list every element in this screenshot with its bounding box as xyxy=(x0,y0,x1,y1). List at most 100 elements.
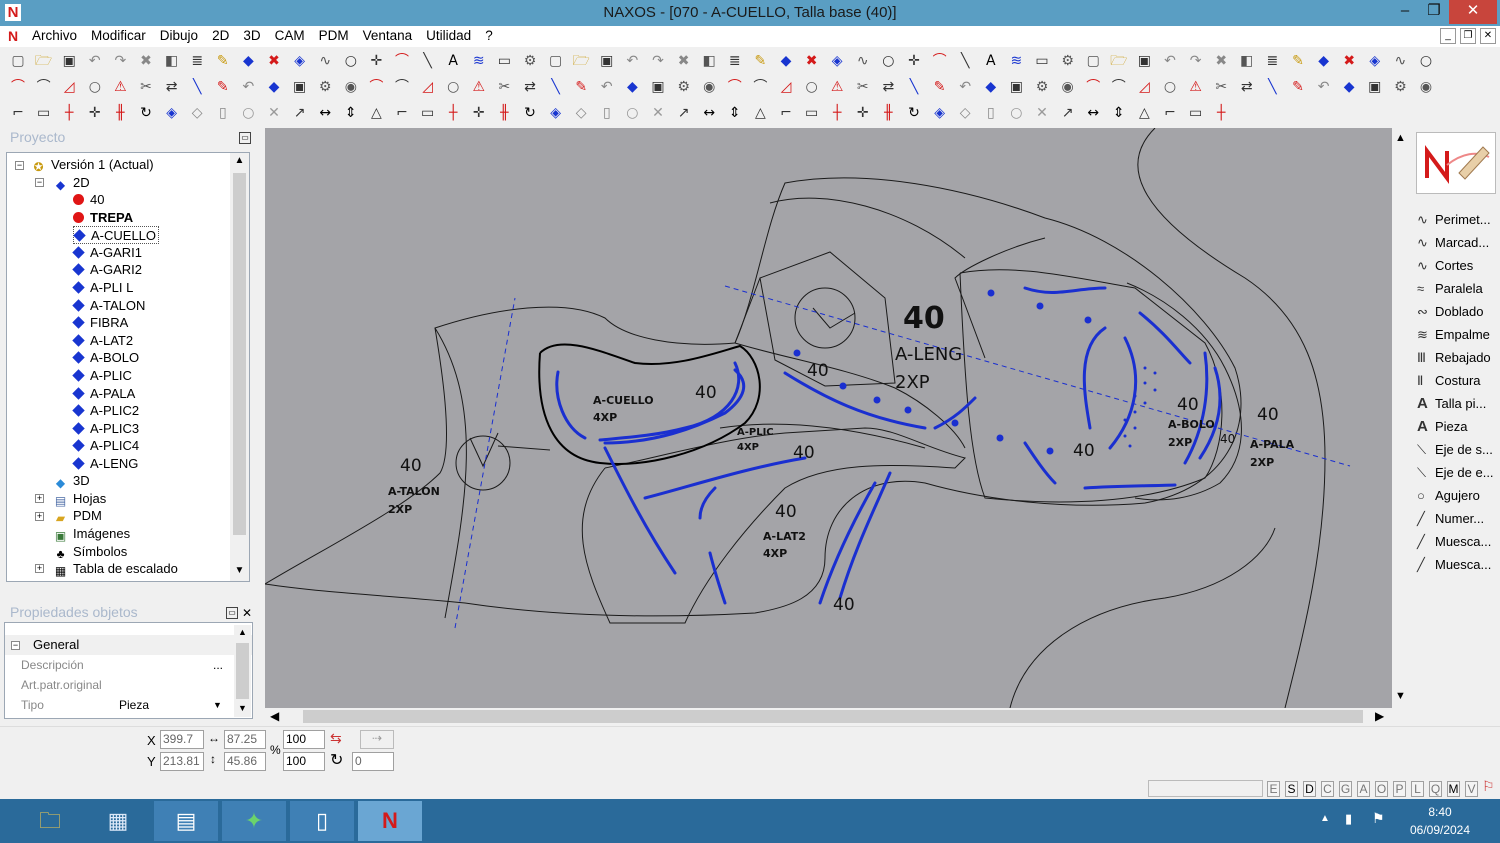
tree-item-piece[interactable]: A-GARI2 xyxy=(72,261,142,279)
utility-taskbar-button[interactable]: ▯ xyxy=(290,801,354,841)
toolbar-tool-icon[interactable]: ▢ xyxy=(8,51,28,71)
status-toggle[interactable]: L xyxy=(1411,781,1424,797)
toolbar-tool-icon[interactable]: ◧ xyxy=(162,51,182,71)
toolbar-tool-icon[interactable]: ∿ xyxy=(315,51,335,71)
toolbar-tool-icon[interactable]: ▢ xyxy=(546,51,566,71)
toolbar-tool-icon[interactable]: ╫ xyxy=(494,103,514,123)
property-group-general[interactable]: − General xyxy=(5,635,252,655)
toolbar-tool-icon[interactable]: 🗁 xyxy=(34,51,54,71)
mdi-restore-button[interactable]: ❐ xyxy=(1460,28,1476,44)
toolbar-tool-icon[interactable]: ⚠ xyxy=(827,77,847,97)
toolbar-tool-icon[interactable]: ⌒ xyxy=(1109,77,1129,97)
menu-help[interactable]: ? xyxy=(478,26,500,46)
status-toggle[interactable]: E xyxy=(1267,781,1280,797)
move-button[interactable]: ⇢ xyxy=(360,730,394,749)
scale-y-field[interactable]: 100 xyxy=(283,752,325,771)
toolbar-tool-icon[interactable]: ✎ xyxy=(1288,51,1308,71)
toolbar-tool-icon[interactable]: ○ xyxy=(802,77,822,97)
toolbar-tool-icon[interactable]: ▯ xyxy=(981,103,1001,123)
scroll-up-icon[interactable]: ▲ xyxy=(1395,132,1406,144)
status-toggle[interactable]: D xyxy=(1303,781,1316,797)
toolbar-tool-icon[interactable]: △ xyxy=(1134,103,1154,123)
toolbar-tool-icon[interactable]: ┼ xyxy=(443,103,463,123)
toolbar-tool-icon[interactable]: ✛ xyxy=(853,103,873,123)
toolbar-tool-icon[interactable]: ↗ xyxy=(674,103,694,123)
scroll-down-icon[interactable]: ▼ xyxy=(234,703,251,713)
tool-item[interactable]: Ⅱ Costura xyxy=(1417,370,1481,392)
toolbar-tool-icon[interactable]: ◈ xyxy=(827,51,847,71)
toolbar-tool-icon[interactable]: ╲ xyxy=(955,51,975,71)
tree-item-piece[interactable]: A-PLIC xyxy=(72,367,132,385)
tool-item[interactable]: ∿ Marcad... xyxy=(1417,232,1489,254)
cad-taskbar-button[interactable]: ✦ xyxy=(222,801,286,841)
panel-close-icon[interactable]: ✕ xyxy=(242,606,252,620)
toolbar-tool-icon[interactable]: ○ xyxy=(341,51,361,71)
tool-item[interactable]: ∿ Perimet... xyxy=(1417,209,1491,231)
property-row-tipo[interactable]: Tipo Pieza ▼ xyxy=(5,695,252,715)
tree-node-imagenes[interactable]: ▣ Imágenes xyxy=(53,525,130,543)
scroll-down-icon[interactable]: ▼ xyxy=(230,565,249,576)
tool-item[interactable]: ≋ Empalme xyxy=(1417,324,1490,346)
toolbar-tool-icon[interactable]: ≣ xyxy=(1262,51,1282,71)
clock-time[interactable]: 8:40 xyxy=(1405,805,1475,819)
tree-item-piece[interactable]: A-PLIC2 xyxy=(72,402,139,420)
toolbar-tool-icon[interactable]: ≣ xyxy=(187,51,207,71)
toolbar-tool-icon[interactable]: ⚙ xyxy=(674,77,694,97)
toolbar-tool-icon[interactable]: ↗ xyxy=(1058,103,1078,123)
tool-item[interactable]: Ⅲ Rebajado xyxy=(1417,347,1491,369)
collapse-icon[interactable]: − xyxy=(15,161,24,170)
toolbar-tool-icon[interactable]: ▣ xyxy=(1006,77,1026,97)
status-toggle[interactable]: C xyxy=(1321,781,1334,797)
tipo-select[interactable]: Pieza xyxy=(119,695,149,715)
toolbar-tool-icon[interactable]: ↶ xyxy=(1160,51,1180,71)
toolbar-tool-icon[interactable]: ✖ xyxy=(674,51,694,71)
ellipsis-button[interactable]: ... xyxy=(209,655,227,675)
toolbar-tool-icon[interactable]: ○ xyxy=(878,51,898,71)
toolbar-tool-icon[interactable]: ╲ xyxy=(187,77,207,97)
toolbar-tool-icon[interactable]: ◇ xyxy=(955,103,975,123)
toolbar-tool-icon[interactable]: ⚙ xyxy=(1032,77,1052,97)
scale-link-icon[interactable]: ⇆ xyxy=(330,730,342,747)
toolbar-tool-icon[interactable]: ▣ xyxy=(1365,77,1385,97)
toolbar-tool-icon[interactable]: ┼ xyxy=(827,103,847,123)
naxos-taskbar-button[interactable]: N xyxy=(358,801,422,841)
toolbar-tool-icon[interactable]: ┼ xyxy=(59,103,79,123)
panel-pin-icon[interactable]: ▭ xyxy=(226,607,238,619)
toolbar-tool-icon[interactable]: ✖ xyxy=(136,51,156,71)
toolbar-tool-icon[interactable]: ▭ xyxy=(802,103,822,123)
scroll-left-icon[interactable]: ◀ xyxy=(270,709,279,723)
scroll-thumb[interactable] xyxy=(303,710,1363,723)
toolbar-tool-icon[interactable]: ╲ xyxy=(904,77,924,97)
toolbar-tool-icon[interactable]: ┼ xyxy=(1211,103,1231,123)
minimize-button[interactable]: – xyxy=(1390,0,1420,24)
scroll-up-icon[interactable]: ▲ xyxy=(230,155,249,166)
toolbar-tool-icon[interactable]: ╲ xyxy=(418,51,438,71)
toolbar-tool-icon[interactable]: ≋ xyxy=(469,51,489,71)
scroll-down-icon[interactable]: ▼ xyxy=(1395,690,1406,702)
toolbar-tool-icon[interactable]: ✖ xyxy=(1211,51,1231,71)
toolbar-tool-icon[interactable]: ⌐ xyxy=(776,103,796,123)
status-toggle[interactable]: M xyxy=(1447,781,1460,797)
tool-item[interactable]: ╱ Muesca... xyxy=(1417,531,1491,553)
toolbar-tool-icon[interactable]: ⌐ xyxy=(1160,103,1180,123)
tree-item-piece[interactable]: A-TALON xyxy=(72,297,145,315)
toolbar-tool-icon[interactable]: ○ xyxy=(1416,51,1436,71)
flag-tray-icon[interactable]: ⚑ xyxy=(1372,810,1385,827)
tree-node-pdm[interactable]: ▰ PDM xyxy=(53,507,102,525)
toolbar-tool-icon[interactable]: ◧ xyxy=(699,51,719,71)
toolbar-tool-icon[interactable]: ↶ xyxy=(597,77,617,97)
explorer-taskbar-button[interactable]: 🗀 xyxy=(18,801,82,841)
toolbar-tool-icon[interactable]: ⌒ xyxy=(392,77,412,97)
toolbar-tool-icon[interactable]: ⌐ xyxy=(8,103,28,123)
tool-item[interactable]: ∿ Cortes xyxy=(1417,255,1473,277)
toolbar-tool-icon[interactable]: ⚠ xyxy=(1186,77,1206,97)
toolbar-tool-icon[interactable]: ✎ xyxy=(930,77,950,97)
clock-date[interactable]: 06/09/2024 xyxy=(1400,823,1480,837)
toolbar-tool-icon[interactable]: ⌒ xyxy=(8,77,28,97)
toolbar-tool-icon[interactable]: ◈ xyxy=(930,103,950,123)
toolbar-tool-icon[interactable]: ╲ xyxy=(1262,77,1282,97)
tree-node-version[interactable]: ✪ Versión 1 (Actual) xyxy=(31,156,153,174)
toolbar-tool-icon[interactable]: ⇄ xyxy=(520,77,540,97)
toolbar-tool-icon[interactable]: ◿ xyxy=(59,77,79,97)
toolbar-tool-icon[interactable]: ⇕ xyxy=(341,103,361,123)
